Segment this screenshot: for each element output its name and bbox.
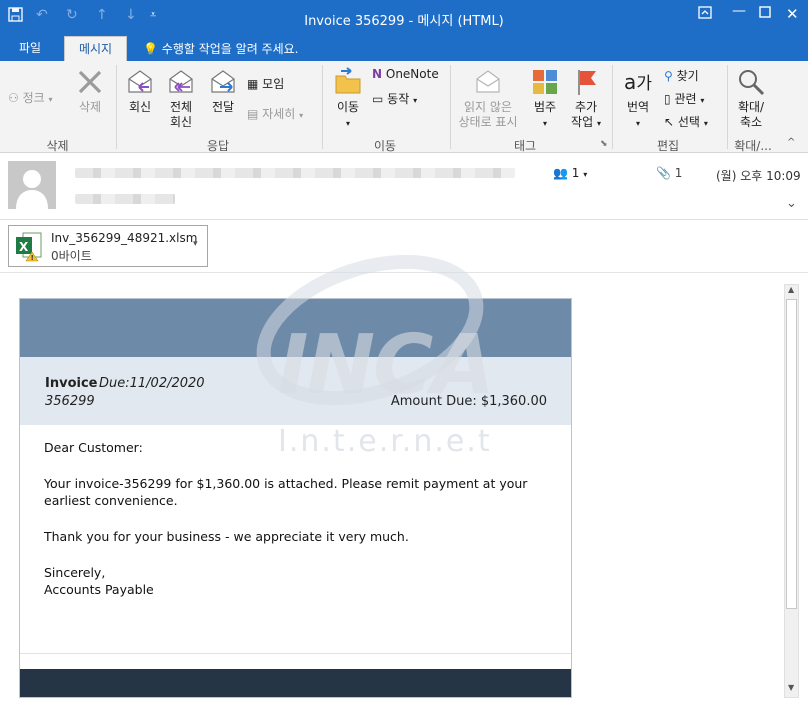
card-divider	[20, 653, 571, 654]
email-signature: Accounts Payable	[44, 582, 154, 597]
scrollbar-thumb[interactable]	[786, 299, 797, 609]
related-button[interactable]: ▯ 관련 ▾	[664, 90, 704, 107]
excel-file-icon: X !	[16, 232, 42, 262]
ribbon-display-options-icon[interactable]	[698, 6, 712, 24]
actions-icon: ▭	[372, 92, 384, 106]
forward-button[interactable]: 전달	[205, 67, 241, 115]
window-title: Invoice 356299 - 메시지 (HTML)	[304, 14, 504, 29]
ribbon-separator	[450, 65, 451, 149]
attachment-dropdown-icon[interactable]: ▾	[193, 239, 198, 249]
email-body-line-1: Your invoice-356299 for $1,360.00 is att…	[44, 476, 528, 491]
blurred-sender	[75, 168, 515, 178]
related-icon: ▯	[664, 92, 671, 106]
cursor-icon: ↖	[664, 115, 675, 129]
email-greeting: Dear Customer:	[44, 440, 143, 455]
actions-button[interactable]: ▭ 동작 ▾	[372, 90, 417, 107]
mark-unread-icon	[476, 70, 500, 93]
attachment-filename: Inv_356299_48921.xlsm	[51, 231, 198, 245]
invoice-email-card: Invoice Due:11/02/2020 356299 Amount Due…	[19, 298, 572, 698]
svg-text:X: X	[19, 240, 29, 254]
group-label-editing: 편집	[656, 139, 680, 153]
meeting-button[interactable]: ▦ 모임	[247, 75, 284, 92]
translate-button[interactable]: a가 번역 ▾	[618, 67, 658, 131]
tags-dialog-launcher-icon[interactable]: ⬊	[600, 139, 608, 149]
group-label-respond: 응답	[206, 139, 230, 153]
email-thanks: Thank you for your business - we appreci…	[44, 529, 409, 544]
junk-button[interactable]: ⚇ 정크 ▾	[8, 89, 53, 106]
onenote-icon: N	[372, 67, 383, 81]
email-body-line-2: earliest convenience.	[44, 493, 178, 508]
maximize-icon[interactable]	[759, 6, 771, 22]
junk-icon: ⚇	[8, 91, 19, 105]
invoice-number: 356299	[45, 394, 95, 409]
people-count[interactable]: 👥 1 ▾	[553, 166, 587, 180]
attachment-item[interactable]: X ! Inv_356299_48921.xlsm 0바이트 ▾	[8, 225, 208, 267]
invoice-label: Invoice	[45, 376, 98, 391]
blurred-recipient	[75, 194, 175, 204]
group-label-tags: 태그	[513, 139, 537, 153]
zoom-button[interactable]: 확대/축소	[730, 67, 772, 130]
reply-all-button[interactable]: 전체 회신	[163, 67, 199, 130]
attachment-size: 0바이트	[51, 249, 92, 263]
categorize-button[interactable]: 범주 ▾	[527, 67, 563, 131]
translate-icon: a가	[624, 70, 652, 94]
flag-icon	[578, 70, 596, 95]
more-respond-button[interactable]: ▤ 자세히 ▾	[247, 105, 303, 122]
select-button[interactable]: ↖ 선택 ▾	[664, 113, 708, 130]
minimize-icon[interactable]: —	[732, 3, 746, 19]
received-time: (월) 오후 10:09	[716, 169, 801, 183]
card-header-bar	[20, 299, 571, 357]
reply-icon	[128, 70, 152, 93]
attachment-count: 📎 1	[656, 166, 683, 180]
move-button[interactable]: 이동 ▾	[330, 67, 366, 131]
vertical-scrollbar[interactable]: ▲ ▼	[784, 284, 799, 698]
ribbon: ⚇ 정크 ▾ 삭제 삭제 회신 전체 회신 전달 ▦ 모임 ▤ 자세히 ▾ 응답 …	[0, 61, 808, 153]
delete-button[interactable]: 삭제	[70, 67, 110, 115]
group-label-move: 이동	[373, 139, 397, 153]
lightbulb-icon: 💡	[143, 42, 158, 56]
svg-text:!: !	[31, 254, 34, 262]
move-folder-icon	[335, 67, 361, 94]
tab-message[interactable]: 메시지	[64, 36, 127, 61]
title-bar: ↶ ↻ ↑ ↓ ⩡ Invoice 356299 - 메시지 (HTML) — …	[0, 0, 808, 36]
invoice-summary-band	[20, 357, 571, 425]
scroll-up-icon[interactable]: ▲	[788, 285, 794, 294]
reply-button[interactable]: 회신	[122, 67, 158, 115]
forward-icon	[211, 70, 235, 93]
zoom-icon	[739, 70, 765, 96]
onenote-button[interactable]: N OneNote	[372, 67, 439, 81]
tell-me-box[interactable]: 💡 수행할 작업을 알려 주세요.	[143, 40, 298, 57]
email-closing: Sincerely,	[44, 565, 106, 580]
ribbon-separator	[322, 65, 323, 149]
ribbon-separator	[116, 65, 117, 149]
delete-icon	[78, 70, 102, 94]
mark-unread-button[interactable]: 읽지 않은 상태로 표시	[455, 67, 521, 130]
more-icon: ▤	[247, 107, 259, 121]
people-icon: 👥	[553, 166, 568, 180]
group-label-zoom: 확대/...	[734, 139, 772, 153]
ribbon-separator	[612, 65, 613, 149]
expand-header-icon[interactable]: ⌄	[786, 196, 797, 211]
ribbon-tabs: 파일 메시지 💡 수행할 작업을 알려 주세요.	[0, 36, 808, 61]
find-button[interactable]: ⚲ 찾기	[664, 67, 699, 84]
tell-me-label: 수행할 작업을 알려 주세요.	[161, 42, 299, 56]
invoice-due-date: Due:11/02/2020	[99, 376, 205, 391]
paperclip-icon: 📎	[656, 166, 671, 180]
card-footer-bar	[20, 669, 571, 697]
close-icon[interactable]: ✕	[786, 5, 799, 23]
tab-file[interactable]: 파일	[8, 36, 52, 61]
follow-up-button[interactable]: 추가 작업 ▾	[568, 67, 604, 131]
binoculars-icon: ⚲	[664, 69, 673, 83]
message-header: 👥 1 ▾ 📎 1 (월) 오후 10:09 ⌄	[0, 154, 808, 220]
avatar	[8, 161, 56, 209]
amount-due: Amount Due: $1,360.00	[390, 394, 547, 409]
group-label-delete: 삭제	[46, 139, 69, 153]
reply-all-icon	[169, 70, 193, 93]
meeting-icon: ▦	[247, 77, 259, 91]
categorize-icon	[533, 70, 557, 94]
collapse-ribbon-icon[interactable]: ^	[787, 137, 795, 148]
scroll-down-icon[interactable]: ▼	[788, 683, 794, 692]
